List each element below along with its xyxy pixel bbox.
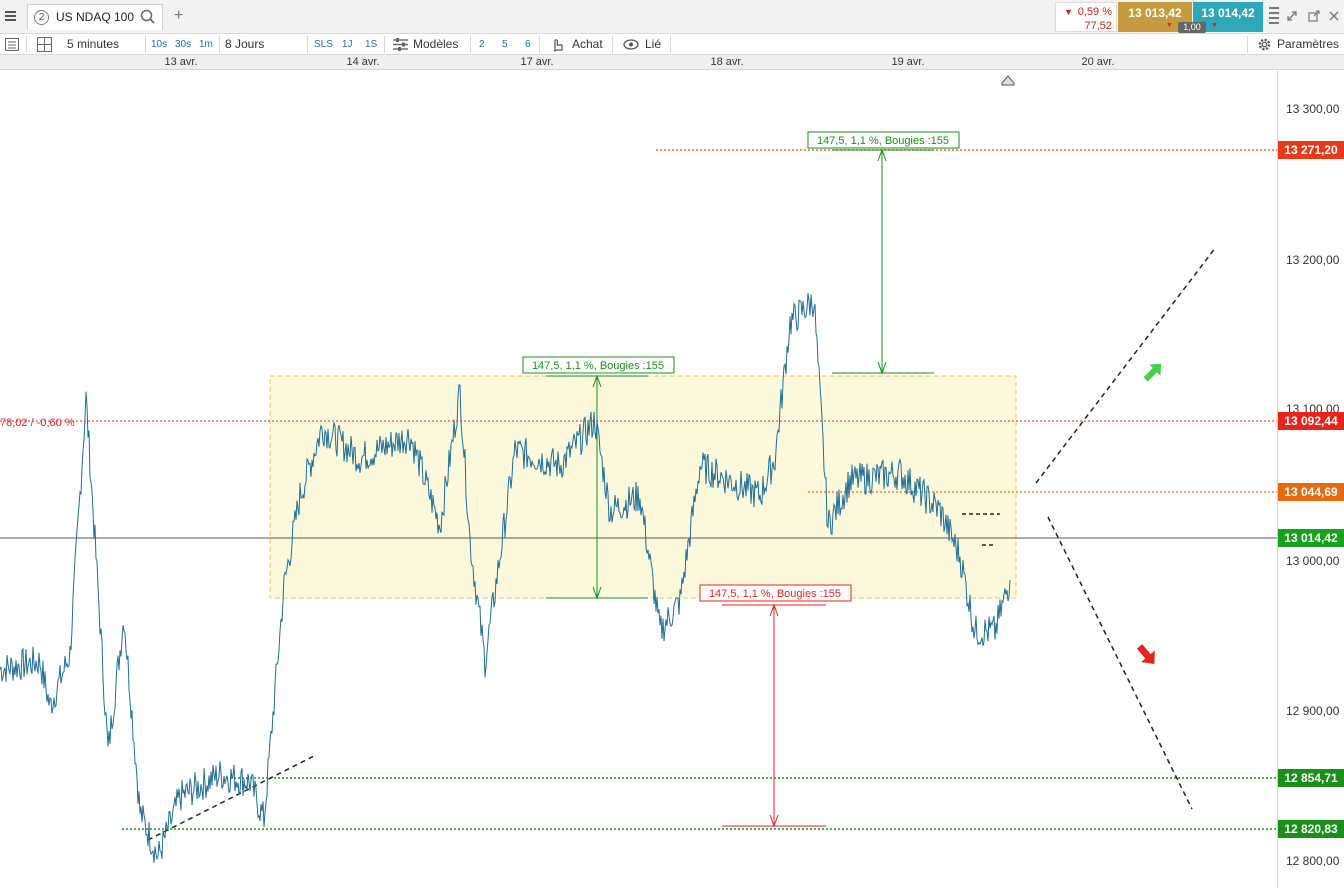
price-chart[interactable]: 147,5, 1,1 %, Bougies :155 147,5, 1,1 %,… [0,71,1277,888]
ask-price: 13 014,42 [1201,6,1255,20]
models-icon[interactable] [393,38,408,54]
gear-icon[interactable] [1257,37,1272,55]
quantity-menu-icon[interactable] [1269,6,1279,31]
preset-2-button[interactable]: 2 [479,34,485,55]
measure-label-text: 147,5, 1,1 %, Bougies :155 [817,135,949,147]
axis-tick: 13 200,00 [1286,253,1340,267]
up-arrow-icon [1143,363,1162,382]
range-1j-button[interactable]: 1J [342,34,353,55]
down-triangle-icon: ▼ [1064,7,1073,17]
scroll-marker-icon[interactable] [1001,75,1015,86]
trendline-up-projection[interactable] [1035,246,1217,484]
spread-badge: 1,00 [1178,22,1206,33]
ask-arrow-icon: ▼ [1211,22,1218,29]
instrument-name: US NDAQ 100 [56,10,135,24]
expand-icon[interactable] [1286,10,1298,25]
divider [612,36,613,53]
popout-icon[interactable] [1308,10,1320,25]
divider [470,36,471,53]
eye-icon [623,39,639,53]
price-axis[interactable]: 13 300,00 13 200,00 13 100,00 13 000,00 … [1277,71,1344,888]
tab-number-badge: 2 [34,10,49,25]
axis-tick: 12 800,00 [1286,854,1340,868]
divider [384,36,385,53]
trendline-lower[interactable] [147,755,315,841]
axis-tick: 13 300,00 [1286,102,1340,116]
trendline-down-projection[interactable] [1047,516,1193,810]
measure-label-text: 147,5, 1,1 %, Bougies :155 [709,588,841,600]
date-label: 17 avr. [520,56,554,68]
support2-price-label: 12 820,83 [1278,820,1344,838]
close-icon[interactable] [1328,10,1340,25]
change-box: ▼ 0,59 % 77,52 [1055,2,1117,32]
divider [145,36,146,53]
interval-select[interactable]: 5 minutes [67,34,119,55]
layout-grid-icon[interactable] [37,37,52,55]
chart-toolbar: 5 minutes 10s 30s 1m 8 Jours SLS 1J 1S M… [0,34,1344,55]
range-select[interactable]: 8 Jours [225,34,264,55]
preset-6-button[interactable]: 6 [525,34,531,55]
axis-tick: 13 000,00 [1286,554,1340,568]
date-axis: 13 avr. 14 avr. 17 avr. 18 avr. 19 avr. … [0,55,1344,70]
divider [670,36,671,53]
menu-icon[interactable] [4,9,18,23]
bid-price: 13 013,42 [1128,6,1182,20]
interval-30s-button[interactable]: 30s [175,34,191,55]
interval-1m-button[interactable]: 1m [199,34,213,55]
date-label: 13 avr. [164,56,198,68]
down-arrow-icon [1136,644,1155,664]
preset-5-button[interactable]: 5 [502,34,508,55]
measure-label-middle[interactable]: 147,5, 1,1 %, Bougies :155 [522,356,675,374]
linked-button[interactable]: Lié [645,34,661,55]
axis-tick: 12 900,00 [1286,704,1340,718]
top-bar: 2 US NDAQ 100 + ▼ 0,59 % 77,52 13 013,42… [0,0,1344,34]
divider [307,36,308,53]
measure-label-bottom[interactable]: 147,5, 1,1 %, Bougies :155 [699,584,852,602]
measure-tool-top[interactable] [832,148,934,375]
divider [219,36,220,53]
prev-close-text: 78,02 / -0,60 % [0,417,75,429]
divider [1247,36,1248,53]
measure-tool-bottom[interactable] [722,603,826,828]
settings-button[interactable]: Paramètres [1277,34,1339,55]
change-percent: 0,59 % [1077,6,1112,18]
date-label: 18 avr. [710,56,744,68]
range-sls-button[interactable]: SLS [314,34,333,55]
divider [26,36,27,53]
list-icon[interactable] [5,38,19,54]
search-icon[interactable] [140,9,156,28]
instrument-tab[interactable]: 2 US NDAQ 100 [27,4,163,30]
add-tab-button[interactable]: + [174,7,183,25]
divider [539,36,540,53]
upper-target-price-label: 13 271,20 [1278,141,1344,159]
range-1s-button[interactable]: 1S [365,34,377,55]
chart-area[interactable]: 147,5, 1,1 %, Bougies :155 147,5, 1,1 %,… [0,71,1344,888]
measure-label-text: 147,5, 1,1 %, Bougies :155 [532,360,664,372]
date-label: 20 avr. [1081,56,1115,68]
interval-10s-button[interactable]: 10s [151,34,167,55]
models-button[interactable]: Modèles [413,34,458,55]
date-label: 14 avr. [346,56,380,68]
last-price-label: 13 014,42 [1278,529,1344,547]
buy-button[interactable]: Achat [572,34,603,55]
bid-arrow-icon: ▼ [1166,22,1173,29]
measure-label-top[interactable]: 147,5, 1,1 %, Bougies :155 [807,131,960,149]
support1-price-label: 12 854,71 [1278,769,1344,787]
date-label: 19 avr. [891,56,925,68]
buy-cursor-icon [552,37,564,55]
resistance-price-label: 13 044,69 [1278,483,1344,501]
change-absolute: 77,52 [1084,20,1112,32]
prev-close-price-label: 13 092,44 [1278,412,1344,430]
